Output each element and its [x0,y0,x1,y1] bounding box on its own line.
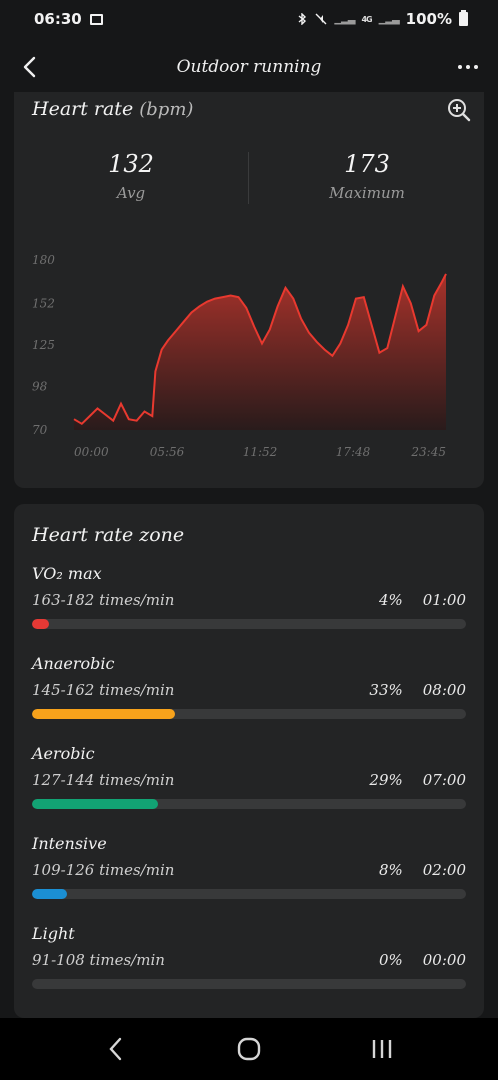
zone-item: Light 91-108 times/min 0% 00:00 [32,924,466,989]
heart-rate-chart-svg: 180 152 125 98 70 00:00 05:56 11:52 17:48 23:45 [32,253,447,459]
zone-percent: 29% [369,771,403,789]
more-dots-icon [458,65,478,69]
nav-recents-button[interactable] [362,1029,402,1069]
zone-duration: 00:00 [422,951,466,969]
zone-range: 163-182 times/min [32,591,175,609]
avg-value: 132 [108,150,154,178]
status-bar: 06:30 ▁▂▃ 4G ▁▂▃ 100% [0,0,498,38]
zone-duration: 07:00 [422,771,466,789]
avg-label: Avg [116,184,146,202]
bluetooth-icon [298,13,307,25]
nav-recents-icon [372,1040,391,1058]
heart-rate-title-text: Heart rate [32,98,134,120]
zone-percent: 8% [378,861,403,879]
system-nav-bar [0,1018,498,1080]
zone-stats: 4% 01:00 [379,591,466,609]
back-arrow-icon [23,56,36,78]
avg-stat: 132 Avg [31,150,231,202]
heart-rate-area [74,273,446,430]
zone-progress-fill [32,709,176,719]
zone-progress-fill [32,619,50,629]
nav-back-icon [109,1037,122,1061]
battery-icon [459,10,468,26]
mute-icon [315,13,327,25]
back-button[interactable] [14,50,46,84]
zone-duration: 08:00 [422,681,466,699]
max-label: Maximum [329,184,405,202]
y-tick-label: 152 [32,296,55,310]
zone-progress-fill [32,799,158,809]
zone-range: 127-144 times/min [32,771,175,789]
y-tick-label: 180 [32,253,55,267]
app-header: Outdoor running [0,38,498,96]
zone-detail-row: 127-144 times/min 29% 07:00 [32,771,466,789]
y-tick-label: 98 [32,380,48,394]
zone-stats: 29% 07:00 [369,771,466,789]
heart-rate-title: Heart rate (bpm) [32,98,193,120]
zone-duration: 02:00 [422,861,466,879]
zone-name: Anaerobic [32,654,115,673]
zone-progress-fill [32,889,67,899]
zone-stats: 0% 00:00 [379,951,466,969]
zone-range: 109-126 times/min [32,861,175,879]
zone-progress-bar [32,889,466,899]
zone-percent: 4% [378,591,403,609]
nav-back-button[interactable] [96,1029,136,1069]
zone-range: 145-162 times/min [32,681,175,699]
status-right: ▁▂▃ 4G ▁▂▃ 100% [296,10,468,28]
x-tick-label: 00:00 [74,445,109,459]
zone-item: VO₂ max 163-182 times/min 4% 01:00 [32,564,466,629]
status-time: 06:30 [34,10,82,28]
zone-percent: 33% [369,681,403,699]
x-tick-label: 11:52 [243,445,278,459]
y-tick-label: 125 [32,338,55,352]
zone-progress-bar [32,619,466,629]
zone-name: VO₂ max [32,564,102,583]
zone-detail-row: 163-182 times/min 4% 01:00 [32,591,466,609]
zone-stats: 8% 02:00 [379,861,466,879]
y-tick-label: 70 [32,423,48,437]
zone-progress-bar [32,799,466,809]
zone-item: Aerobic 127-144 times/min 29% 07:00 [32,744,466,809]
zone-name: Light [32,924,75,943]
status-left: 06:30 [34,10,103,28]
nav-home-icon [237,1037,261,1061]
nav-home-button[interactable] [229,1029,269,1069]
zone-stats: 33% 08:00 [369,681,466,699]
battery-percent: 100% [405,10,452,28]
zone-duration: 01:00 [422,591,466,609]
zone-name: Aerobic [32,744,95,763]
zone-section-title: Heart rate zone [32,524,185,546]
stat-divider [248,152,249,204]
zone-detail-row: 109-126 times/min 8% 02:00 [32,861,466,879]
zone-detail-row: 145-162 times/min 33% 08:00 [32,681,466,699]
x-tick-label: 17:48 [336,445,371,459]
zone-item: Intensive 109-126 times/min 8% 02:00 [32,834,466,899]
more-options-button[interactable] [452,50,484,84]
max-stat: 173 Maximum [267,150,467,202]
signal-bars-icon: ▁▂▃ [334,13,355,25]
gallery-icon [89,13,103,25]
heart-rate-chart[interactable]: 180 152 125 98 70 00:00 05:56 11:52 17:48 23:45 [14,242,484,472]
x-tick-label: 23:45 [410,445,446,459]
zone-item: Anaerobic 145-162 times/min 33% 08:00 [32,654,466,719]
zoom-in-icon[interactable] [446,97,472,123]
x-tick-label: 05:56 [150,445,185,459]
network-type-label: 4G [361,14,372,24]
zone-percent: 0% [378,951,403,969]
heart-rate-zone-card: Heart rate zone VO₂ max 163-182 times/min… [14,504,484,1018]
zone-progress-bar [32,709,466,719]
page-title: Outdoor running [176,57,322,77]
heart-rate-unit: (bpm) [139,99,194,120]
zone-range: 91-108 times/min [32,951,165,969]
zone-name: Intensive [32,834,107,853]
zone-progress-bar [32,979,466,989]
zone-detail-row: 91-108 times/min 0% 00:00 [32,951,466,969]
heart-rate-card: Heart rate (bpm) 132 Avg 173 Maximum 180… [14,92,484,488]
max-value: 173 [344,150,390,178]
signal-bars-icon-2: ▁▂▃ [378,13,400,25]
